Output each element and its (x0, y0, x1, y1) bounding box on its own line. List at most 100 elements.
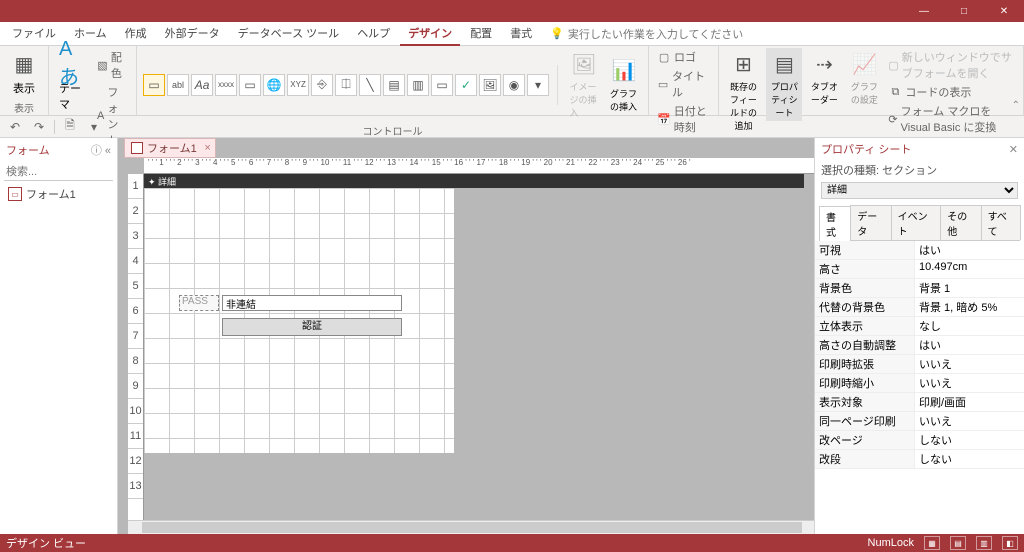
theme-button[interactable]: Aあ テーマ (55, 48, 91, 114)
field-label-pass[interactable]: PASS (179, 295, 219, 311)
section-bar-detail[interactable]: ✦ 詳細 (144, 174, 804, 188)
view-design-button[interactable]: ▦ (924, 536, 940, 550)
title-button[interactable]: ▭タイトル (655, 67, 711, 101)
horizontal-scrollbar[interactable] (128, 520, 814, 534)
view-button[interactable]: ▦ 表示 (6, 48, 42, 98)
nav-item-form1[interactable]: ▭ フォーム1 (0, 183, 117, 205)
property-value[interactable]: しない (915, 450, 1024, 468)
undo-button[interactable]: ↶ (6, 118, 24, 136)
property-selector-dropdown[interactable]: 詳細 (821, 182, 1018, 199)
ctrl-button[interactable]: xxxx (215, 74, 237, 96)
insert-image-button[interactable]: 🖼 イメージの挿入 (566, 48, 603, 121)
scrollbar-thumb[interactable] (142, 522, 802, 533)
nav-header[interactable]: フォーム ⓘ « (0, 138, 117, 162)
ptab-other[interactable]: その他 (940, 205, 981, 240)
convert-button[interactable]: ⟳フォーム マクロを Visual Basic に変換 (886, 102, 1017, 136)
insert-chart-button[interactable]: 📊 グラフの挿入 (606, 55, 642, 115)
tab-format[interactable]: 書式 (502, 22, 540, 46)
button-auth[interactable]: 認証 (222, 318, 402, 336)
prop-sheet-button[interactable]: ▤ プロパティシート (766, 48, 802, 121)
property-row[interactable]: 高さの自動調整はい (815, 336, 1024, 355)
chart-settings-button[interactable]: 📈 グラフの設定 (846, 48, 882, 108)
property-row[interactable]: 代替の背景色背景 1, 暗め 5% (815, 298, 1024, 317)
property-row[interactable]: 立体表示なし (815, 317, 1024, 336)
nav-search-input[interactable] (4, 164, 113, 181)
ctrl-optgroup[interactable]: ⎆ (311, 74, 333, 96)
property-value[interactable]: なし (915, 317, 1024, 335)
property-value[interactable]: いいえ (915, 412, 1024, 430)
tab-order-button[interactable]: ⇢ タブオーダー (806, 48, 842, 108)
view-layout-button[interactable]: ▥ (976, 536, 992, 550)
property-row[interactable]: 印刷時縮小いいえ (815, 374, 1024, 393)
ctrl-tab[interactable]: ▭ (239, 74, 261, 96)
save-button[interactable]: 🗎 (61, 118, 79, 136)
ctrl-toggle[interactable]: ▤ (383, 74, 405, 96)
tab-create[interactable]: 作成 (117, 22, 155, 46)
ptab-all[interactable]: すべて (981, 205, 1021, 240)
redo-button[interactable]: ↷ (30, 118, 48, 136)
property-row[interactable]: 印刷時拡張いいえ (815, 355, 1024, 374)
ptab-format[interactable]: 書式 (819, 206, 851, 241)
ptab-event[interactable]: イベント (891, 205, 942, 240)
tab-dbtools[interactable]: データベース ツール (230, 22, 348, 46)
form-design-grid[interactable]: PASS 非連結 認証 (144, 188, 454, 453)
ribbon-collapse-button[interactable]: ⌃ (1012, 100, 1020, 111)
close-button[interactable]: ✕ (984, 0, 1024, 22)
ctrl-textbox[interactable]: abl (167, 74, 189, 96)
ctrl-radio[interactable]: ◉ (503, 74, 525, 96)
datetime-button[interactable]: 📅日付と時刻 (655, 102, 711, 136)
tell-me-search[interactable]: 💡 実行したい作業を入力してください (550, 26, 743, 42)
property-row[interactable]: 表示対象印刷/画面 (815, 393, 1024, 412)
ruler-vertical[interactable]: 12345678910111213 (128, 174, 144, 520)
document-tab[interactable]: フォーム1 × (124, 138, 216, 158)
property-value[interactable]: いいえ (915, 374, 1024, 392)
ctrl-image[interactable]: 🖼 (479, 74, 501, 96)
logo-button[interactable]: ▢ロゴ (655, 48, 711, 66)
tab-help[interactable]: ヘルプ (349, 22, 398, 46)
tab-file[interactable]: ファイル (4, 22, 64, 46)
ctrl-rect[interactable]: ▭ (431, 74, 453, 96)
property-value[interactable]: はい (915, 336, 1024, 354)
view-datasheet-button[interactable]: ◧ (1002, 536, 1018, 550)
document-tab-close[interactable]: × (204, 142, 210, 154)
view-form-button[interactable]: ▤ (950, 536, 966, 550)
ruler-horizontal[interactable]: ' ' ' 1 ' ' ' 2 ' ' ' 3 ' ' ' 4 ' ' ' 5 … (144, 158, 814, 174)
code-button[interactable]: ⧉コードの表示 (886, 83, 1017, 101)
property-value[interactable]: 10.497cm (915, 260, 1024, 278)
textbox-pass[interactable]: 非連結 (222, 295, 402, 311)
property-row[interactable]: 改ページしない (815, 431, 1024, 450)
colors-button[interactable]: ▧配色 (95, 48, 130, 82)
property-value[interactable]: 背景 1, 暗め 5% (915, 298, 1024, 316)
subform-button[interactable]: ▢新しいウィンドウでサブフォームを開く (886, 48, 1017, 82)
ctrl-label[interactable]: Aa (191, 74, 213, 96)
ctrl-more[interactable]: ▾ (527, 74, 549, 96)
canvas-inner[interactable]: ✦ 詳細 PASS 非連結 認証 (144, 174, 814, 520)
property-value[interactable]: はい (915, 241, 1024, 259)
property-selector[interactable]: 詳細 (821, 182, 1018, 199)
tab-design[interactable]: デザイン (400, 22, 460, 46)
qat-dropdown[interactable]: ▾ (85, 118, 103, 136)
ctrl-line[interactable]: ╲ (359, 74, 381, 96)
property-row[interactable]: 高さ10.497cm (815, 260, 1024, 279)
ctrl-combo[interactable]: ⎅ (335, 74, 357, 96)
minimize-button[interactable]: — (904, 0, 944, 22)
nav-collapse-icon[interactable]: ⓘ « (91, 142, 111, 158)
property-value[interactable]: いいえ (915, 355, 1024, 373)
property-row[interactable]: 背景色背景 1 (815, 279, 1024, 298)
tab-external[interactable]: 外部データ (157, 22, 228, 46)
property-row[interactable]: 改段しない (815, 450, 1024, 469)
ctrl-listbox[interactable]: ▥ (407, 74, 429, 96)
tab-arrange[interactable]: 配置 (462, 22, 500, 46)
property-sheet-close[interactable]: ✕ (1009, 143, 1018, 156)
property-row[interactable]: 同一ページ印刷いいえ (815, 412, 1024, 431)
property-row[interactable]: 可視はい (815, 241, 1024, 260)
ptab-data[interactable]: データ (850, 205, 891, 240)
property-value[interactable]: 印刷/画面 (915, 393, 1024, 411)
ctrl-checkbox[interactable]: ✓ (455, 74, 477, 96)
ctrl-link[interactable]: 🌐 (263, 74, 285, 96)
property-value[interactable]: 背景 1 (915, 279, 1024, 297)
maximize-button[interactable]: □ (944, 0, 984, 22)
ctrl-select[interactable]: ▭ (143, 74, 165, 96)
add-field-button[interactable]: ⊞ 既存のフィールドの追加 (725, 48, 763, 134)
property-value[interactable]: しない (915, 431, 1024, 449)
